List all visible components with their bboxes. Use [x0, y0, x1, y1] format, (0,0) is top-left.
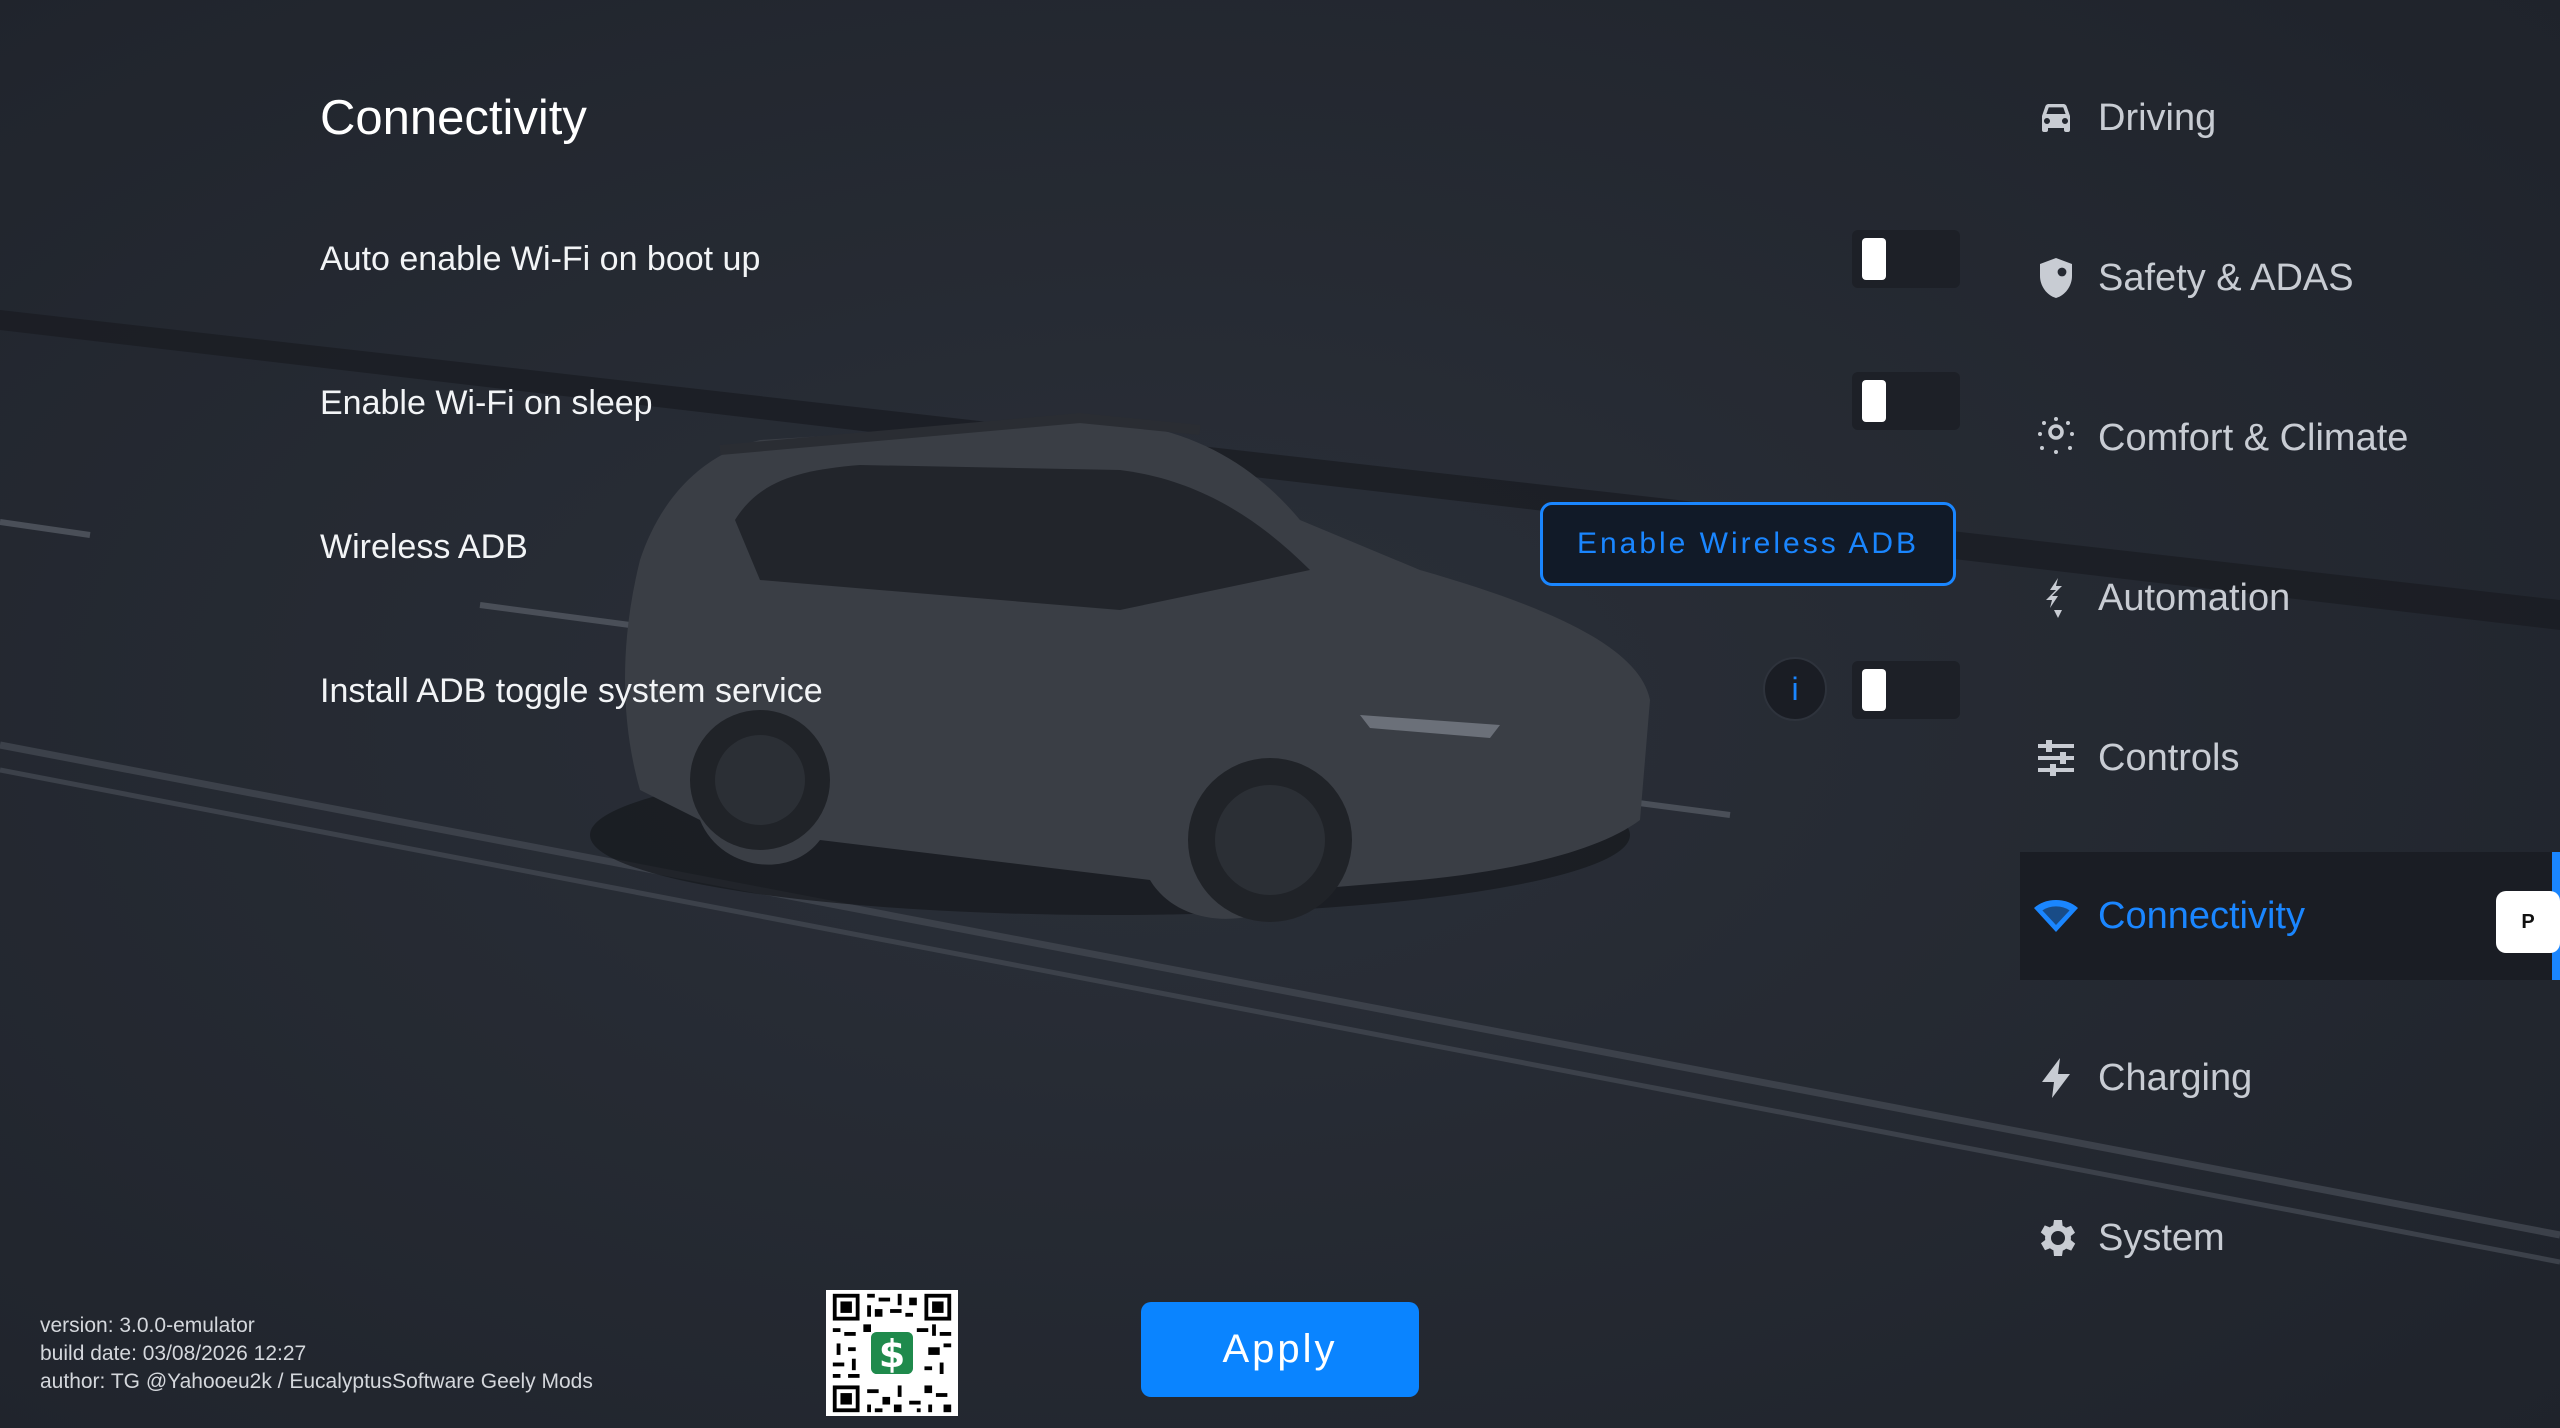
build-date-text: build date: 03/08/2026 12:27 [40, 1342, 307, 1365]
sidebar-item-label: System [2098, 1216, 2225, 1259]
sidebar-item-label: Driving [2098, 96, 2217, 139]
sidebar-item-label: Connectivity [2098, 894, 2305, 937]
sidebar-item-comfort[interactable]: Comfort & Climate [2020, 374, 2560, 502]
setting-label-adb-service: Install ADB toggle system service [320, 672, 823, 710]
sidebar-item-label: Charging [2098, 1056, 2253, 1099]
sidebar-item-safety[interactable]: Safety & ADAS [2020, 214, 2560, 342]
apply-button[interactable]: Apply [1141, 1302, 1419, 1397]
sidebar-item-controls[interactable]: Controls [2020, 694, 2560, 822]
sidebar-item-label: Controls [2098, 736, 2240, 779]
info-button[interactable]: i [1763, 657, 1827, 721]
toggle-knob [1862, 669, 1886, 711]
auto-wifi-toggle[interactable] [1852, 230, 1960, 288]
sidebar-item-charging[interactable]: Charging [2020, 1014, 2560, 1142]
qr-code-image: $ [829, 1290, 955, 1416]
setting-label-wireless-adb: Wireless ADB [320, 528, 528, 566]
sidebar-item-system[interactable]: System [2020, 1174, 2560, 1302]
toggle-knob [1862, 380, 1886, 422]
version-text: version: 3.0.0-emulator [40, 1314, 255, 1337]
sliders-icon [2038, 740, 2074, 776]
sidebar-item-label: Comfort & Climate [2098, 416, 2409, 459]
sidebar-item-driving[interactable]: Driving [2020, 54, 2560, 182]
setting-label-wifi-sleep: Enable Wi-Fi on sleep [320, 384, 653, 422]
page-title: Connectivity [320, 91, 587, 145]
gear-icon [2040, 1220, 2076, 1256]
parking-badge[interactable]: P [2496, 891, 2560, 953]
sidebar-item-automation[interactable]: Automation [2020, 534, 2560, 662]
wifi-sleep-toggle[interactable] [1852, 372, 1960, 430]
donation-qr-code: $ [826, 1290, 958, 1416]
toggle-knob [1862, 238, 1886, 280]
sidebar-item-label: Automation [2098, 576, 2291, 619]
sidebar-item-label: Safety & ADAS [2098, 256, 2354, 299]
sidebar-item-connectivity[interactable]: Connectivity [2020, 852, 2560, 980]
adb-service-toggle[interactable] [1852, 661, 1960, 719]
author-text: author: TG @Yahooeu2k / EucalyptusSoftwa… [40, 1370, 593, 1393]
qr-dollar-symbol: $ [879, 1333, 906, 1377]
automation-icon [2046, 578, 2062, 618]
shield-icon [2040, 258, 2072, 298]
settings-screen: Connectivity Auto enable Wi-Fi on boot u… [0, 0, 2560, 1428]
setting-label-auto-wifi: Auto enable Wi-Fi on boot up [320, 240, 761, 278]
wifi-icon [2034, 900, 2078, 932]
climate-icon [2038, 417, 2074, 454]
version-info: version: 3.0.0-emulator build date: 03/0… [40, 1312, 593, 1396]
car-icon [2042, 104, 2070, 132]
enable-wireless-adb-button[interactable]: Enable Wireless ADB [1540, 502, 1956, 586]
lightning-icon [2042, 1058, 2070, 1098]
